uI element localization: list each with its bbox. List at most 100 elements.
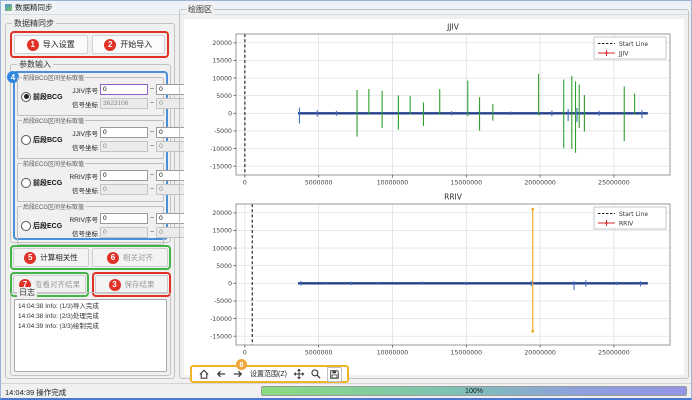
y-tick-label: -15000 (210, 333, 232, 340)
rriv-index-start-input[interactable] (100, 170, 148, 181)
param-input-label: 参数输入 (17, 59, 53, 70)
tilde: ~ (150, 86, 154, 93)
badge-8: 8 (236, 359, 247, 370)
errorbar-cap (531, 330, 534, 333)
jjiv-index-label: JJIV序号 (65, 85, 98, 95)
rriv-chart[interactable]: -15000-10000-500005000100001500020000050… (198, 191, 676, 361)
tilde: ~ (150, 215, 154, 222)
rear-ecg-range-label: 后段ECG区间坐标取值 (22, 202, 85, 211)
save-icon[interactable] (327, 367, 342, 382)
app-icon (5, 4, 12, 11)
y-tick-label: 0 (228, 281, 232, 288)
start-import-button[interactable]: 2 开始导入 (92, 35, 166, 54)
log-group-label: 日志 (17, 287, 37, 298)
view-align-result-label: 查看对齐结果 (35, 279, 80, 290)
legend-series-sample (605, 222, 607, 224)
y-tick-label: -10000 (210, 316, 232, 323)
badge-6: 6 (107, 252, 119, 264)
sync-group: 数据精同步 1 导入设置 2 开始导入 参数输入 4 前段BCG区间坐标取值 (5, 23, 175, 379)
x-tick-label: 5000000 (305, 350, 333, 357)
y-tick-label: 10000 (212, 75, 232, 82)
badge-5: 5 (24, 252, 36, 264)
tilde: ~ (150, 186, 154, 193)
radio-dot-icon[interactable] (21, 221, 31, 231)
front-ecg-radio[interactable]: 前段ECG (18, 178, 65, 188)
y-tick-label: -10000 (210, 146, 232, 153)
rear-bcg-radio[interactable]: 后段BCG (18, 135, 65, 145)
log-line: 14:04:39 Info: (3/3)绘制完成 (18, 322, 163, 332)
app-window: 数据精同步 数据精同步 1 导入设置 2 开始导入 参数输入 4 前段BCG区间… (0, 0, 692, 400)
progress-bar: 100% (261, 386, 687, 396)
y-tick-label: 10000 (212, 245, 232, 252)
correlation-align-button[interactable]: 6 相关对齐 (92, 248, 168, 267)
front-bcg-radio[interactable]: 前段BCG (18, 92, 65, 102)
plot-toolbar: 8 设置范围(Z) (190, 365, 349, 383)
status-message: 14:04:39 操作完成 (5, 387, 66, 398)
rriv-index-label: RRIV序号 (65, 171, 98, 181)
x-tick-label: 15000000 (451, 350, 483, 357)
rriv-index-start-input[interactable] (100, 213, 148, 224)
x-tick-label: 0 (243, 350, 247, 357)
y-tick-label: 5000 (216, 93, 232, 100)
param-input-group: 参数输入 4 前段BCG区间坐标取值 前段BCG JJIV序号 (10, 64, 171, 243)
badge-3: 3 (109, 279, 121, 291)
radio-dot-icon[interactable] (21, 92, 31, 102)
jjiv-chart[interactable]: -15000-10000-500005000100001500020000050… (198, 21, 676, 191)
errorbar-cap (531, 208, 534, 211)
tilde: ~ (150, 143, 154, 150)
plot-area-label: 绘图区 (186, 4, 214, 15)
front-ecg-range-group: 前段ECG区间坐标取值 前段ECG RRIV序号 ~ (17, 163, 164, 202)
y-tick-label: 5000 (216, 263, 232, 270)
signal-coord-label: 信号坐标 (65, 185, 98, 195)
import-settings-button[interactable]: 1 导入设置 (14, 35, 88, 54)
x-tick-label: 5000000 (305, 180, 333, 187)
sync-group-label: 数据精同步 (12, 18, 56, 29)
home-icon[interactable] (197, 368, 210, 381)
signal-coord-label: 信号坐标 (65, 228, 98, 238)
set-range-button[interactable]: 设置范围(Z) (248, 368, 289, 380)
tilde: ~ (150, 100, 154, 107)
log-line: 14:04:38 Info: (2/3)处理完成 (18, 312, 163, 322)
jjiv-index-start-input[interactable] (100, 127, 148, 138)
x-tick-label: 10000000 (377, 180, 409, 187)
front-bcg-range-label: 前段BCG区间坐标取值 (22, 73, 85, 82)
rear-ecg-range-group: 后段ECG区间坐标取值 后段ECG RRIV序号 ~ (17, 206, 164, 245)
front-ecg-range-label: 前段ECG区间坐标取值 (22, 159, 85, 168)
chart-title: JJIV (446, 23, 460, 32)
tilde: ~ (150, 129, 154, 136)
radio-dot-icon[interactable] (21, 178, 31, 188)
front-bcg-radio-label: 前段BCG (33, 92, 63, 102)
radio-dot-icon[interactable] (21, 135, 31, 145)
import-settings-label: 导入设置 (43, 39, 75, 50)
y-tick-label: 20000 (212, 210, 232, 217)
rear-ecg-radio-label: 后段ECG (33, 221, 62, 231)
legend-series-sample (605, 52, 607, 54)
x-tick-label: 0 (243, 180, 247, 187)
back-icon[interactable] (214, 368, 227, 381)
log-textarea[interactable]: 14:04:38 Info: (1/3)导入完成 14:04:38 Info: … (14, 299, 167, 372)
signal-coord-start-input (100, 227, 148, 238)
front-ecg-radio-label: 前段ECG (33, 178, 62, 188)
badge-1: 1 (27, 39, 39, 51)
legend-startline-label: Start Line (619, 211, 648, 218)
import-annotation-box: 1 导入设置 2 开始导入 (10, 31, 169, 58)
tilde: ~ (150, 172, 154, 179)
pan-icon[interactable] (293, 368, 306, 381)
compute-correlation-label: 计算相关性 (40, 252, 78, 263)
statusbar: 14:04:39 操作完成 100% (1, 383, 691, 398)
jjiv-index-label: JJIV序号 (65, 128, 98, 138)
badge-2: 2 (104, 39, 116, 51)
figure-canvas[interactable]: -15000-10000-500005000100001500020000050… (184, 19, 684, 375)
legend-series-label: RRIV (619, 220, 634, 227)
save-result-label: 保存结果 (125, 279, 155, 290)
x-tick-label: 20000000 (524, 350, 556, 357)
compute-correlation-button[interactable]: 5 计算相关性 (13, 248, 89, 267)
chart-title: RRIV (444, 193, 463, 202)
zoom-icon[interactable] (310, 368, 323, 381)
y-tick-label: 15000 (212, 228, 232, 235)
log-group: 日志 14:04:38 Info: (1/3)导入完成 14:04:38 Inf… (10, 292, 171, 376)
jjiv-index-start-input[interactable] (100, 84, 148, 95)
rear-ecg-radio[interactable]: 后段ECG (18, 221, 65, 231)
rear-bcg-range-label: 后段BCG区间坐标取值 (22, 116, 85, 125)
plot-area-group: 绘图区 -15000-10000-50000500010000150002000… (179, 9, 689, 379)
